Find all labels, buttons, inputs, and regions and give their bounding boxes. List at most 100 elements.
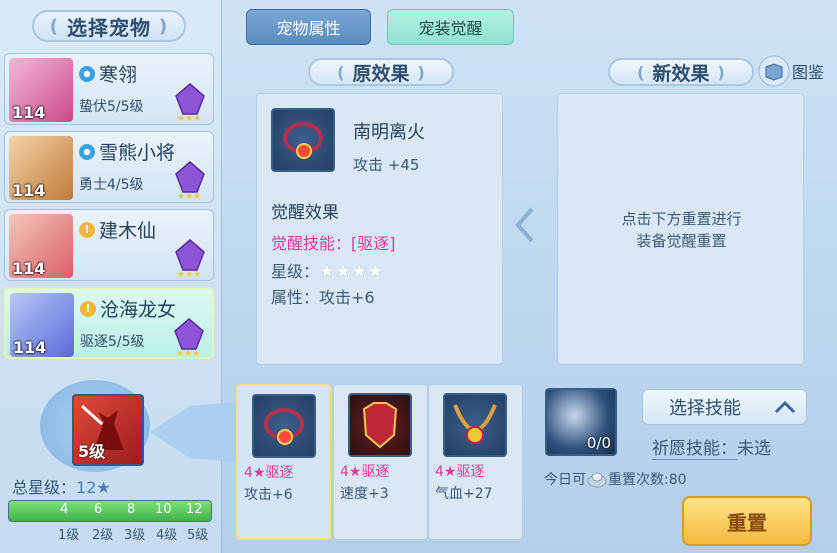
- equip-slot-3[interactable]: 4★驱逐 气血+27: [428, 384, 523, 540]
- water-type-icon: [79, 65, 95, 82]
- pet-skill-level: 勇士4/5级: [79, 177, 144, 193]
- tab-pet-equip-awaken[interactable]: 宠装觉醒: [387, 9, 514, 45]
- awaken-skill-value: [驱逐]: [351, 234, 396, 253]
- original-effect-title: 原效果: [352, 62, 410, 85]
- pet-avatar: 114: [10, 293, 74, 357]
- gold-type-icon: !: [79, 221, 95, 238]
- tick: 12: [186, 502, 203, 517]
- tick-label: 4级: [156, 528, 178, 543]
- flame-gem-icon: [296, 143, 312, 159]
- tick: 8: [127, 502, 136, 517]
- armor-icon: [362, 402, 398, 449]
- pet-select-title-text: 选择宠物: [67, 15, 151, 40]
- svg-text:★★★: ★★★: [177, 114, 201, 122]
- star-label: 星级：: [271, 262, 320, 281]
- tab-pet-attributes[interactable]: 宠物属性: [246, 9, 371, 45]
- pet-card-jianmuxian[interactable]: 114 ! 建木仙 ★★★: [4, 209, 214, 281]
- pet-skill-level: 驱逐5/5级: [80, 334, 145, 350]
- book-icon: [758, 55, 790, 87]
- pet-name: 寒翎: [79, 60, 137, 87]
- tick: 6: [94, 502, 103, 517]
- pet-name: ! 沧海龙女: [80, 295, 176, 322]
- slot-value: 气血+27: [435, 486, 493, 502]
- purple-gem-icon: ★★★: [174, 318, 204, 357]
- new-effect-header: ( 新效果 ): [608, 58, 754, 86]
- select-skill-dropdown[interactable]: 选择技能: [642, 389, 807, 425]
- pray-skill-value: 未选: [737, 439, 771, 459]
- skill-level: 5级: [78, 442, 106, 461]
- today-label: 今日可: [544, 472, 586, 488]
- svg-text:★★★: ★★★: [177, 270, 201, 278]
- total-star-label: 总星级：: [12, 478, 77, 497]
- pet-card-hanling[interactable]: 114 寒翎 蛰伏5/5级 ★★★: [4, 53, 214, 125]
- pet-level: 114: [13, 338, 47, 357]
- total-star: 总星级：12★: [12, 474, 111, 498]
- pet-avatar: 114: [9, 136, 73, 200]
- pet-select-title: ( 选择宠物 ): [32, 10, 186, 42]
- curl-left-icon: (: [337, 62, 345, 82]
- reset-count-row: 今日可 重置次数:80: [544, 468, 687, 490]
- pet-level: 114: [12, 181, 46, 200]
- progress-ticks: 4 6 8 10 12: [8, 502, 212, 520]
- equip-stat: 攻击 +45: [353, 156, 420, 174]
- tick-label: 2级: [92, 528, 114, 543]
- gold-type-icon: !: [80, 300, 96, 317]
- wish-orb-icon[interactable]: 0/0: [545, 388, 617, 456]
- svg-text:★★★: ★★★: [177, 192, 201, 200]
- reset-times: 重置次数:80: [608, 472, 687, 488]
- star-row: 星级：★★★★: [271, 258, 384, 282]
- awaken-skill-row: 觉醒技能：[驱逐]: [271, 230, 396, 254]
- original-effect-panel: 南明离火 攻击 +45 觉醒效果 觉醒技能：[驱逐] 星级：★★★★ 属性：攻击…: [256, 93, 503, 365]
- handbook-button[interactable]: 图鉴: [758, 55, 824, 87]
- necklace-icon: [453, 404, 497, 444]
- equip-icon-armor: [348, 393, 412, 457]
- tick: 4: [60, 502, 69, 517]
- arrow-right-icon: [150, 402, 236, 462]
- pet-card-canghailongnv[interactable]: 114 ! 沧海龙女 驱逐5/5级 ★★★: [4, 287, 214, 359]
- svg-text:★★★: ★★★: [176, 349, 200, 357]
- chevron-left-icon: [515, 207, 534, 243]
- equip-icon-nanmingli[interactable]: [271, 108, 335, 172]
- slot-skill: 4★驱逐: [435, 464, 485, 480]
- select-skill-label: 选择技能: [669, 398, 741, 419]
- tick-label: 3级: [124, 528, 146, 543]
- slot-value: 攻击+6: [244, 487, 293, 503]
- reset-hint: 点击下方重置进行 装备觉醒重置: [558, 208, 805, 252]
- awaken-skill-icon[interactable]: 5级: [72, 394, 144, 466]
- pet-name-text: 建木仙: [99, 220, 157, 242]
- equip-slot-1[interactable]: 4★驱逐 攻击+6: [236, 384, 331, 540]
- pet-avatar: 114: [9, 214, 73, 278]
- awaken-skill-label: 觉醒技能：: [271, 234, 352, 253]
- tick-label: 1级: [58, 528, 80, 543]
- pet-name: 雪熊小将: [79, 138, 175, 165]
- curl-right-icon: ): [159, 15, 169, 37]
- awaken-effect-title: 觉醒效果: [271, 203, 339, 223]
- pet-avatar: 114: [9, 58, 73, 122]
- slot-value: 速度+3: [340, 486, 389, 502]
- pet-name: ! 建木仙: [79, 216, 156, 243]
- purple-gem-icon: ★★★: [175, 239, 205, 278]
- pet-skill-level: 蛰伏5/5级: [79, 99, 144, 115]
- pet-name-text: 雪熊小将: [99, 142, 176, 164]
- slot-skill: 4★驱逐: [244, 465, 294, 481]
- equip-icon-necklace: [443, 393, 507, 457]
- pet-name-text: 寒翎: [99, 64, 138, 86]
- attr-value: 攻击+6: [319, 288, 375, 307]
- attr-label: 属性：: [271, 288, 320, 307]
- star-value: ★★★★: [319, 261, 384, 282]
- hint-line: 点击下方重置进行: [621, 210, 742, 228]
- handbook-label: 图鉴: [792, 63, 825, 82]
- curl-left-icon: (: [637, 62, 645, 82]
- tick-label: 5级: [187, 528, 209, 543]
- water-type-icon: [79, 143, 95, 160]
- pet-level: 114: [12, 103, 46, 122]
- pet-card-xuexiong[interactable]: 114 雪熊小将 勇士4/5级 ★★★: [4, 131, 214, 203]
- slot-skill: 4★驱逐: [340, 464, 390, 480]
- equip-icon-ring: [252, 394, 316, 458]
- reset-button[interactable]: 重置: [682, 496, 812, 546]
- attr-row: 属性：攻击+6: [271, 284, 375, 308]
- tick: 10: [155, 502, 172, 517]
- pet-level: 114: [12, 259, 46, 278]
- equip-slot-2[interactable]: 4★驱逐 速度+3: [333, 384, 428, 540]
- flame-gem-icon: [277, 429, 293, 445]
